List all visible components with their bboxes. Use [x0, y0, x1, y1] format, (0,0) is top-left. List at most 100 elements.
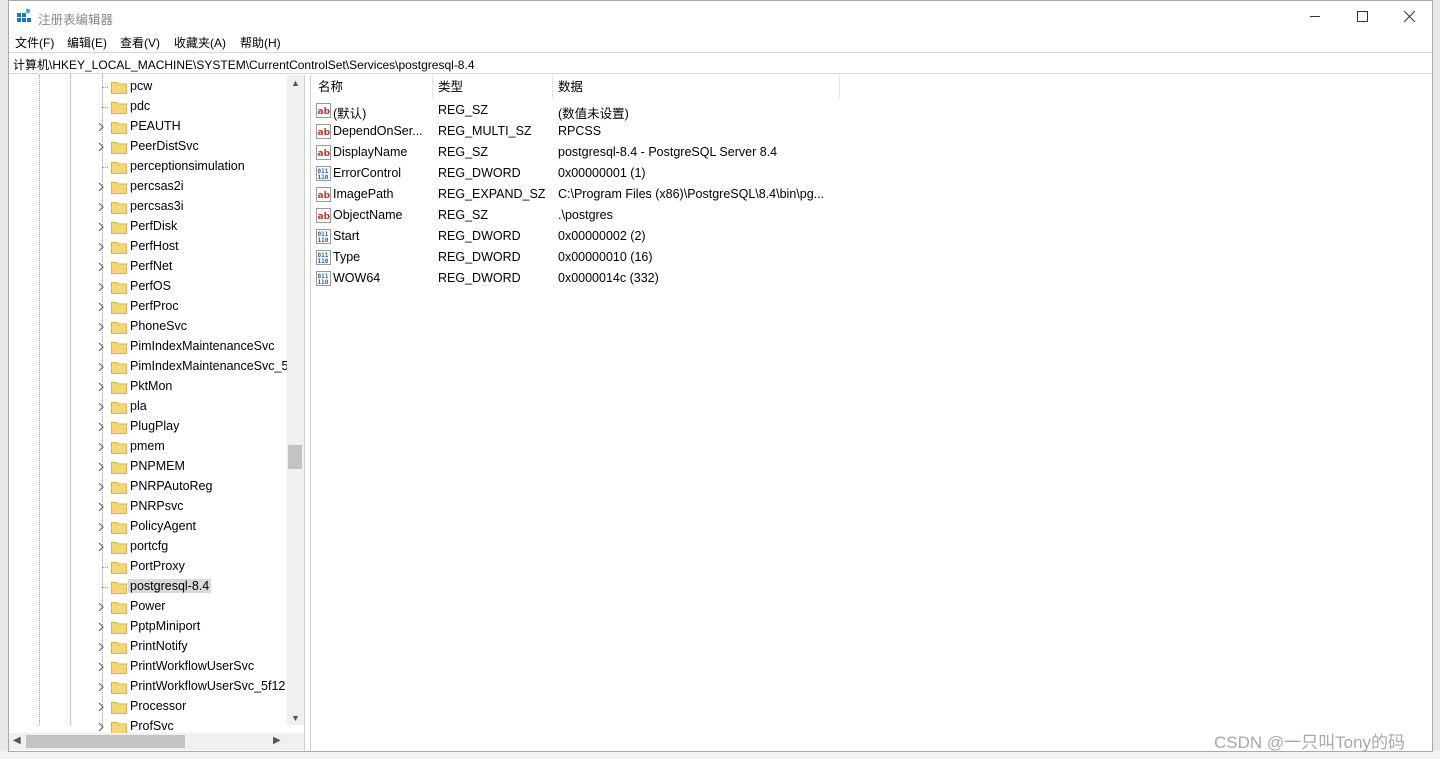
chevron-right-icon[interactable]: [95, 521, 107, 533]
svg-text:ab: ab: [318, 107, 331, 117]
title-bar[interactable]: 注册表编辑器: [9, 1, 1432, 32]
menu-help[interactable]: 帮助(H): [240, 34, 281, 51]
value-row[interactable]: ab DependOnSer... REG_MULTI_SZ RPCSS: [311, 121, 871, 142]
scroll-down-icon[interactable]: ▼: [291, 713, 300, 723]
address-bar[interactable]: 计算机\HKEY_LOCAL_MACHINE\SYSTEM\CurrentCon…: [9, 52, 1432, 74]
tree-item[interactable]: PortProxy: [9, 557, 289, 577]
tree-item[interactable]: PerfOS: [9, 277, 289, 297]
tree-item[interactable]: PrintWorkflowUserSvc_5f12: [9, 677, 289, 697]
chevron-right-icon[interactable]: [95, 221, 107, 233]
maximize-button[interactable]: [1339, 1, 1385, 32]
chevron-right-icon[interactable]: [95, 401, 107, 413]
tree-vertical-scrollbar[interactable]: ▲ ▼: [287, 75, 304, 725]
column-separator[interactable]: [432, 75, 433, 99]
chevron-right-icon[interactable]: [95, 301, 107, 313]
tree-item[interactable]: PlugPlay: [9, 417, 289, 437]
chevron-right-icon[interactable]: [95, 541, 107, 553]
folder-icon: [111, 260, 127, 274]
tree-connector: [102, 87, 108, 88]
value-row[interactable]: 011 110 Type REG_DWORD 0x00000010 (16): [311, 247, 871, 268]
tree-item[interactable]: portcfg: [9, 537, 289, 557]
value-row[interactable]: ab (默认) REG_SZ (数值未设置): [311, 100, 871, 121]
chevron-right-icon[interactable]: [95, 361, 107, 373]
chevron-right-icon[interactable]: [95, 441, 107, 453]
chevron-right-icon[interactable]: [95, 141, 107, 153]
chevron-right-icon[interactable]: [95, 241, 107, 253]
tree-horizontal-scroll-thumb[interactable]: [26, 735, 185, 748]
tree-item[interactable]: PerfDisk: [9, 217, 289, 237]
chevron-right-icon[interactable]: [95, 381, 107, 393]
chevron-right-icon[interactable]: [95, 601, 107, 613]
column-header-name[interactable]: 名称: [318, 75, 343, 99]
column-header-data[interactable]: 数据: [558, 75, 583, 99]
tree-item[interactable]: percsas3i: [9, 197, 289, 217]
tree-item-label: Power: [130, 599, 166, 613]
value-row[interactable]: 011 110 Start REG_DWORD 0x00000002 (2): [311, 226, 871, 247]
tree-item[interactable]: Processor: [9, 697, 289, 717]
chevron-right-icon[interactable]: [95, 181, 107, 193]
tree-item[interactable]: PNRPAutoReg: [9, 477, 289, 497]
chevron-right-icon[interactable]: [95, 661, 107, 673]
tree-item[interactable]: PolicyAgent: [9, 517, 289, 537]
tree-item[interactable]: PerfProc: [9, 297, 289, 317]
value-row[interactable]: ab ObjectName REG_SZ .\postgres: [311, 205, 871, 226]
menu-favorites[interactable]: 收藏夹(A): [174, 34, 226, 51]
string-value-icon: ab: [316, 124, 331, 139]
tree-vertical-scroll-thumb[interactable]: [288, 445, 302, 469]
column-separator[interactable]: [839, 75, 840, 99]
menu-view[interactable]: 查看(V): [120, 34, 160, 51]
tree-item[interactable]: PimIndexMaintenanceSvc_5: [9, 357, 289, 377]
tree-item[interactable]: PhoneSvc: [9, 317, 289, 337]
tree-item[interactable]: PNPMEM: [9, 457, 289, 477]
tree-item-label: PolicyAgent: [130, 519, 197, 533]
chevron-right-icon[interactable]: [95, 321, 107, 333]
chevron-right-icon[interactable]: [95, 281, 107, 293]
tree-item[interactable]: pcw: [9, 77, 289, 97]
chevron-right-icon[interactable]: [95, 481, 107, 493]
tree-item[interactable]: PeerDistSvc: [9, 137, 289, 157]
tree-item[interactable]: pdc: [9, 97, 289, 117]
tree-item-selected[interactable]: postgresql-8.4: [9, 577, 289, 597]
value-row[interactable]: ab DisplayName REG_SZ postgresql-8.4 - Post…: [311, 142, 871, 163]
chevron-right-icon[interactable]: [95, 421, 107, 433]
scroll-left-icon[interactable]: ◀: [13, 735, 21, 746]
tree-item[interactable]: PptpMiniport: [9, 617, 289, 637]
tree-item[interactable]: Power: [9, 597, 289, 617]
minimize-button[interactable]: [1292, 1, 1338, 32]
tree-item[interactable]: PktMon: [9, 377, 289, 397]
tree-item[interactable]: PimIndexMaintenanceSvc: [9, 337, 289, 357]
chevron-right-icon[interactable]: [95, 721, 107, 733]
tree-item[interactable]: PEAUTH: [9, 117, 289, 137]
value-row[interactable]: ab ImagePath REG_EXPAND_SZ C:\Program Files…: [311, 184, 871, 205]
tree-item[interactable]: pla: [9, 397, 289, 417]
tree-item[interactable]: perceptionsimulation: [9, 157, 289, 177]
tree-item[interactable]: percsas2i: [9, 177, 289, 197]
close-button[interactable]: [1386, 1, 1432, 32]
scroll-right-icon[interactable]: ▶: [273, 735, 281, 746]
tree-item[interactable]: PerfNet: [9, 257, 289, 277]
menu-edit[interactable]: 编辑(E): [67, 34, 107, 51]
chevron-right-icon[interactable]: [95, 621, 107, 633]
value-row[interactable]: 011 110 ErrorControl REG_DWORD 0x00000001 (1…: [311, 163, 871, 184]
chevron-right-icon[interactable]: [95, 341, 107, 353]
column-header-type[interactable]: 类型: [438, 75, 463, 99]
menu-file[interactable]: 文件(F): [15, 34, 54, 51]
chevron-right-icon[interactable]: [95, 501, 107, 513]
chevron-right-icon[interactable]: [95, 641, 107, 653]
tree-item[interactable]: PrintNotify: [9, 637, 289, 657]
chevron-right-icon[interactable]: [95, 461, 107, 473]
scroll-up-icon[interactable]: ▲: [291, 78, 300, 88]
tree-item[interactable]: PerfHost: [9, 237, 289, 257]
chevron-right-icon[interactable]: [95, 681, 107, 693]
tree-horizontal-scrollbar[interactable]: ◀ ▶: [9, 733, 287, 750]
tree-item-label: PortProxy: [130, 559, 185, 573]
tree-item[interactable]: PrintWorkflowUserSvc: [9, 657, 289, 677]
chevron-right-icon[interactable]: [95, 701, 107, 713]
tree-item[interactable]: PNRPsvc: [9, 497, 289, 517]
chevron-right-icon[interactable]: [95, 121, 107, 133]
value-row[interactable]: 011 110 WOW64 REG_DWORD 0x0000014c (332): [311, 268, 871, 289]
column-separator[interactable]: [552, 75, 553, 99]
chevron-right-icon[interactable]: [95, 201, 107, 213]
tree-item[interactable]: pmem: [9, 437, 289, 457]
chevron-right-icon[interactable]: [95, 261, 107, 273]
